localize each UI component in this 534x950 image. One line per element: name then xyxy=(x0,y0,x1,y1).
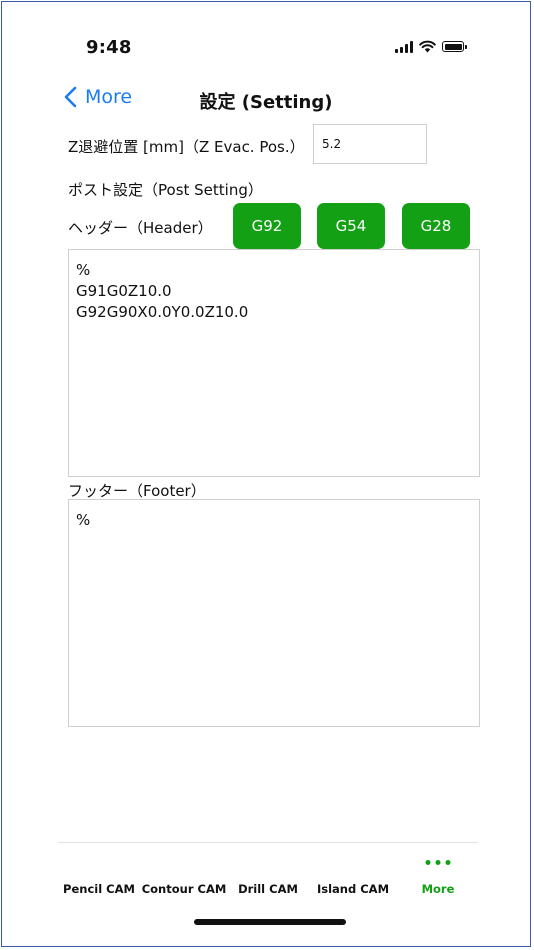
screen-frame: 9:48 More 設定 (Setting) Z退避位置 [mm]（Z Evac… xyxy=(1,1,531,947)
status-bar: 9:48 xyxy=(2,2,530,94)
z-evac-input[interactable] xyxy=(313,124,427,164)
footer-label: フッター（Footer） xyxy=(68,482,206,500)
navigation-bar: More 設定 (Setting) xyxy=(2,82,530,118)
wifi-icon xyxy=(419,40,436,53)
page-title: 設定 (Setting) xyxy=(199,92,333,113)
tab-pencil-cam[interactable]: Pencil CAM xyxy=(63,882,135,896)
tab-bar-divider xyxy=(58,842,478,843)
tab-island-cam[interactable]: Island CAM xyxy=(317,882,389,896)
header-label: ヘッダー（Header） xyxy=(68,219,213,237)
tab-drill-cam[interactable]: Drill CAM xyxy=(238,882,298,896)
status-time: 9:48 xyxy=(86,37,132,58)
header-textarea[interactable]: % G91G0Z10.0 G92G90X0.0Y0.0Z10.0 xyxy=(68,249,480,477)
tab-contour-cam[interactable]: Contour CAM xyxy=(142,882,227,896)
g92-button[interactable]: G92 xyxy=(233,203,301,249)
cellular-signal-icon xyxy=(395,40,413,53)
z-evac-label: Z退避位置 [mm]（Z Evac. Pos.） xyxy=(68,138,305,156)
battery-icon xyxy=(442,41,467,52)
g54-button[interactable]: G54 xyxy=(317,203,385,249)
more-dots-icon[interactable] xyxy=(425,860,451,865)
tab-more[interactable]: More xyxy=(422,882,455,896)
post-setting-label: ポスト設定（Post Setting） xyxy=(68,181,263,199)
g28-button[interactable]: G28 xyxy=(402,203,470,249)
home-indicator xyxy=(194,919,346,925)
status-icons xyxy=(395,40,467,53)
footer-textarea[interactable]: % xyxy=(68,499,480,727)
